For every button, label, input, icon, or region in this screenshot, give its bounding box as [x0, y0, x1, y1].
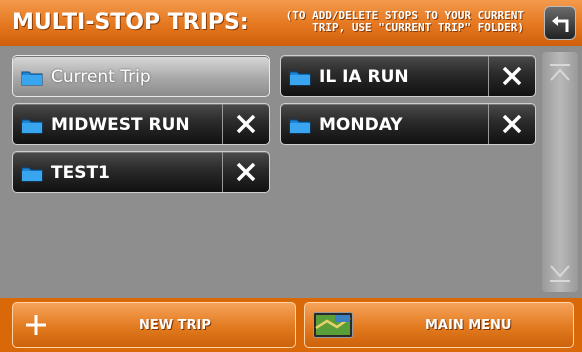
plus-icon [26, 315, 46, 335]
delete-trip-button[interactable] [488, 56, 535, 96]
scroll-down-icon[interactable] [548, 262, 572, 284]
scroll-up-icon[interactable] [548, 62, 572, 84]
folder-icon [21, 167, 43, 182]
trip-item-current-trip[interactable]: Current Trip [12, 55, 270, 97]
header-hint: (TO ADD/DELETE STOPS TO YOUR CURRENT TRI… [258, 10, 524, 34]
trip-item-label: MONDAY [319, 115, 403, 135]
back-button[interactable] [544, 6, 576, 40]
delete-trip-button[interactable] [488, 104, 535, 144]
folder-icon [289, 119, 311, 134]
delete-x-icon [502, 66, 522, 86]
header-bar: MULTI-STOP TRIPS: (TO ADD/DELETE STOPS T… [0, 0, 582, 46]
trip-item-monday[interactable]: MONDAY [280, 103, 536, 145]
main-menu-button[interactable]: MAIN MENU [304, 302, 574, 348]
multi-stop-trips-screen: MULTI-STOP TRIPS: (TO ADD/DELETE STOPS T… [0, 0, 582, 352]
trip-item-label: MIDWEST RUN [51, 115, 190, 135]
new-trip-button[interactable]: NEW TRIP [12, 302, 296, 348]
delete-trip-button[interactable] [222, 152, 269, 192]
hint-line-2: TRIP, USE "CURRENT TRIP" FOLDER) [312, 21, 524, 34]
folder-icon [289, 71, 311, 86]
footer-bar: NEW TRIP MAIN MENU [0, 298, 582, 352]
delete-x-icon [236, 114, 256, 134]
trip-item-label: IL IA RUN [319, 67, 409, 87]
trip-item-label: Current Trip [51, 67, 151, 87]
new-trip-label: NEW TRIP [139, 318, 211, 333]
trip-item-il-ia-run[interactable]: IL IA RUN [280, 55, 536, 97]
page-title: MULTI-STOP TRIPS: [12, 10, 249, 35]
delete-trip-button[interactable] [222, 104, 269, 144]
back-arrow-icon [552, 16, 569, 32]
folder-icon [21, 71, 43, 86]
main-menu-label: MAIN MENU [425, 318, 512, 333]
list-scrollbar[interactable] [542, 52, 578, 292]
delete-x-icon [502, 114, 522, 134]
trip-item-midwest-run[interactable]: MIDWEST RUN [12, 103, 270, 145]
trip-item-label: TEST1 [51, 163, 110, 183]
map-icon [313, 312, 353, 338]
delete-x-icon [236, 162, 256, 182]
trip-item-test1[interactable]: TEST1 [12, 151, 270, 193]
trip-list: Current Trip IL IA RUN MIDWEST RUN MONDA… [8, 52, 538, 298]
folder-icon [21, 119, 43, 134]
